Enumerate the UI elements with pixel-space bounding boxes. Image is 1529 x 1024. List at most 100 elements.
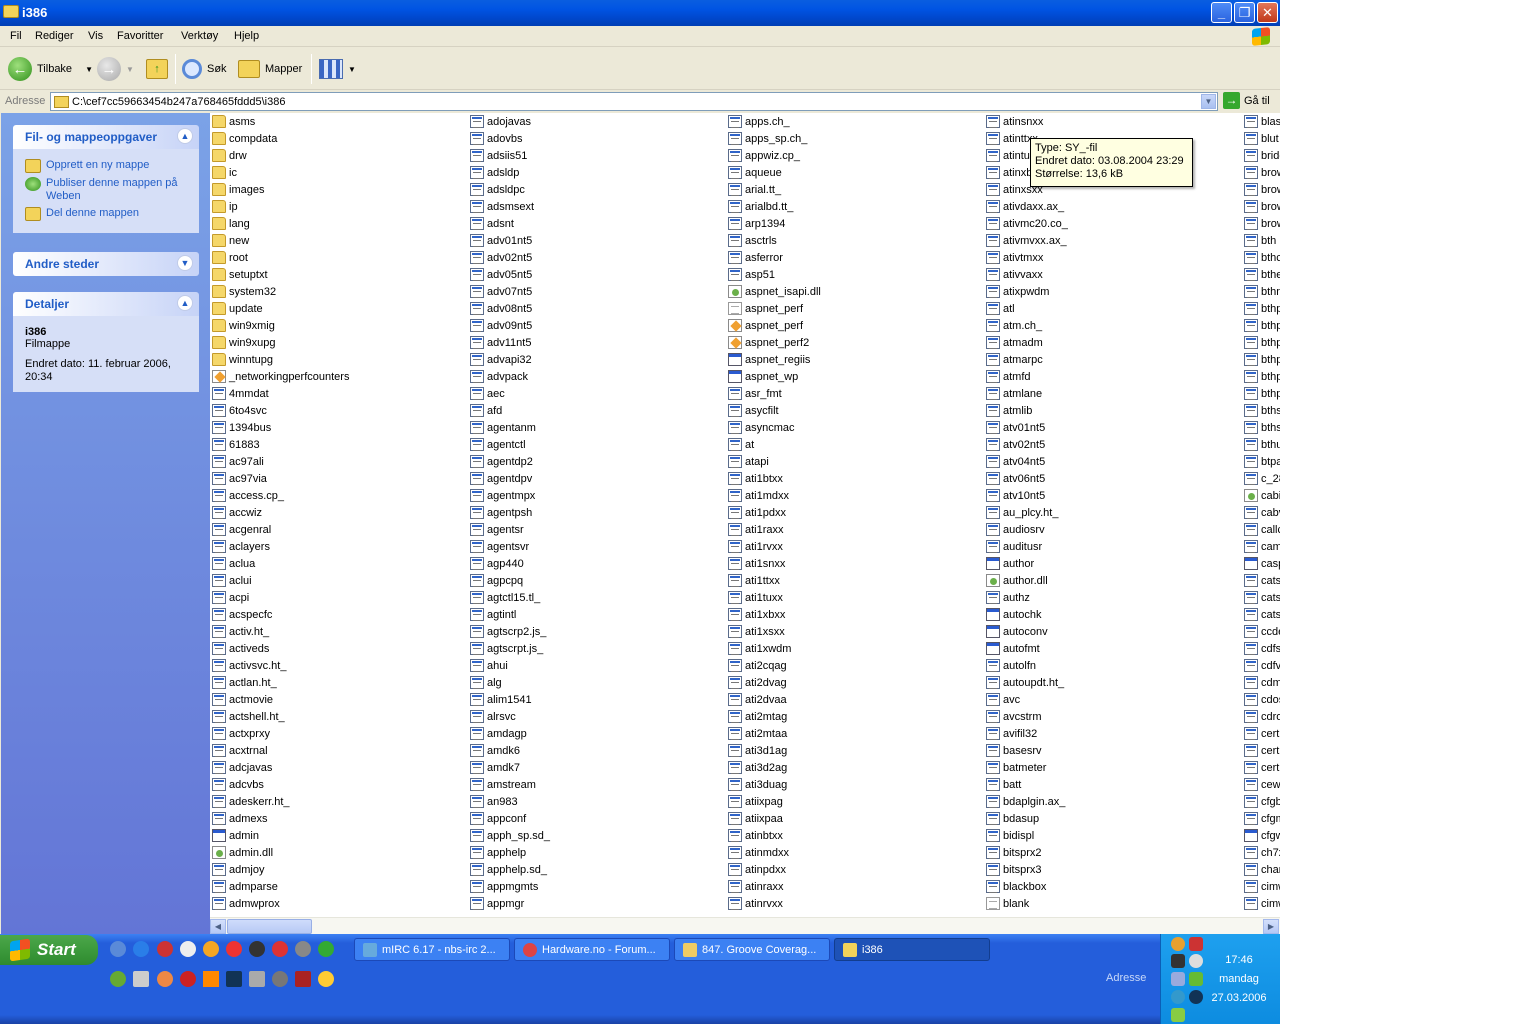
file-item[interactable]: actshell.ht_ — [212, 708, 349, 725]
file-item[interactable]: brow — [1244, 164, 1280, 181]
file-item[interactable]: agentpsh — [470, 504, 550, 521]
views-dropdown-icon[interactable]: ▼ — [348, 65, 356, 74]
file-item[interactable]: ch7x — [1244, 844, 1280, 861]
file-item[interactable]: admparse — [212, 878, 349, 895]
task-new-folder[interactable]: Opprett en ny mappe — [25, 159, 189, 173]
vlc-icon[interactable] — [203, 971, 219, 987]
file-item[interactable]: bthp — [1244, 317, 1280, 334]
file-item[interactable]: avcstrm — [986, 708, 1068, 725]
quicklaunch-icon[interactable] — [272, 971, 288, 987]
file-item[interactable]: actxprxy — [212, 725, 349, 742]
file-item[interactable]: ati1xbxx — [728, 606, 821, 623]
quicklaunch-icon[interactable] — [249, 971, 265, 987]
file-item[interactable]: appmgr — [470, 895, 550, 912]
file-item[interactable]: cdro — [1244, 708, 1280, 725]
file-item[interactable]: ati1mdxx — [728, 487, 821, 504]
file-item[interactable]: apps_sp.ch_ — [728, 130, 821, 147]
clock-time[interactable]: 17:46 — [1209, 954, 1269, 966]
file-item[interactable]: adv07nt5 — [470, 283, 550, 300]
file-item[interactable]: au_plcy.ht_ — [986, 504, 1068, 521]
collapse-chevron-icon[interactable]: ▲ — [177, 128, 193, 144]
file-item[interactable]: ac97ali — [212, 453, 349, 470]
file-item[interactable]: admexs — [212, 810, 349, 827]
file-item[interactable]: cats — [1244, 606, 1280, 623]
maximize-button[interactable]: ❐ — [1234, 2, 1255, 23]
quicklaunch-icon[interactable] — [157, 971, 173, 987]
folder-item[interactable]: ip — [212, 198, 349, 215]
file-item[interactable]: agentsvr — [470, 538, 550, 555]
file-item[interactable]: alim1541 — [470, 691, 550, 708]
file-item[interactable]: adcjavas — [212, 759, 349, 776]
folder-item[interactable]: system32 — [212, 283, 349, 300]
tray-icon[interactable] — [1189, 972, 1203, 986]
file-item[interactable]: autoconv — [986, 623, 1068, 640]
file-item[interactable]: aspnet_perf — [728, 300, 821, 317]
file-item[interactable]: aspnet_regiis — [728, 351, 821, 368]
wireless-icon[interactable] — [1189, 990, 1203, 1004]
taskbar-task-i386[interactable]: i386 — [834, 938, 990, 961]
file-item[interactable]: bths — [1244, 402, 1280, 419]
file-item[interactable]: cabv — [1244, 504, 1280, 521]
file-item[interactable]: an983 — [470, 793, 550, 810]
file-item[interactable]: appconf — [470, 810, 550, 827]
file-item[interactable]: casp — [1244, 555, 1280, 572]
file-item[interactable]: bidispl — [986, 827, 1068, 844]
quicklaunch-icon[interactable] — [318, 971, 334, 987]
file-item[interactable]: apphelp — [470, 844, 550, 861]
quicklaunch-icon[interactable] — [226, 941, 242, 957]
file-item[interactable]: agentdpv — [470, 470, 550, 487]
file-item[interactable]: atv01nt5 — [986, 419, 1068, 436]
file-item[interactable]: cewi — [1244, 776, 1280, 793]
tray-icon[interactable] — [1171, 937, 1185, 951]
file-item[interactable]: atiixpaa — [728, 810, 821, 827]
file-item[interactable]: ccde — [1244, 623, 1280, 640]
file-item[interactable]: advapi32 — [470, 351, 550, 368]
file-item[interactable]: bthp — [1244, 351, 1280, 368]
file-item[interactable]: adsnt — [470, 215, 550, 232]
file-item[interactable]: appwiz.cp_ — [728, 147, 821, 164]
file-item[interactable]: cimw — [1244, 878, 1280, 895]
tray-icon[interactable] — [1171, 990, 1185, 1004]
file-item[interactable]: ativdaxx.ax_ — [986, 198, 1068, 215]
quicklaunch-icon[interactable] — [318, 941, 334, 957]
quicklaunch-icon[interactable] — [295, 941, 311, 957]
go-button[interactable]: → Gå til — [1223, 92, 1270, 109]
folder-item[interactable]: win9xmig — [212, 317, 349, 334]
quicklaunch-icon[interactable] — [272, 941, 288, 957]
search-button[interactable]: Søk — [182, 55, 227, 83]
file-item[interactable]: adv05nt5 — [470, 266, 550, 283]
file-item[interactable]: atv06nt5 — [986, 470, 1068, 487]
file-item[interactable]: cats — [1244, 589, 1280, 606]
file-item[interactable]: arp1394 — [728, 215, 821, 232]
folder-item[interactable]: update — [212, 300, 349, 317]
file-item[interactable]: ati2dvaa — [728, 691, 821, 708]
file-item[interactable]: amdk6 — [470, 742, 550, 759]
file-item[interactable]: afd — [470, 402, 550, 419]
file-item[interactable]: ativvaxx — [986, 266, 1068, 283]
start-button[interactable]: Start — [0, 935, 98, 965]
file-item[interactable]: arialbd.tt_ — [728, 198, 821, 215]
file-item[interactable]: adv08nt5 — [470, 300, 550, 317]
file-item[interactable]: batt — [986, 776, 1068, 793]
file-item[interactable]: alrsvc — [470, 708, 550, 725]
file-item[interactable]: apps.ch_ — [728, 113, 821, 130]
file-item[interactable]: cfgb — [1244, 793, 1280, 810]
folder-item[interactable]: winntupg — [212, 351, 349, 368]
file-item[interactable]: aclayers — [212, 538, 349, 555]
file-item[interactable]: 61883 — [212, 436, 349, 453]
file-item[interactable]: adsiis51 — [470, 147, 550, 164]
file-item[interactable]: aclui — [212, 572, 349, 589]
file-item[interactable]: ati1tuxx — [728, 589, 821, 606]
tray-icon[interactable] — [1171, 954, 1185, 968]
file-item[interactable]: cdfs — [1244, 640, 1280, 657]
file-item[interactable]: adojavas — [470, 113, 550, 130]
back-dropdown-icon[interactable]: ▼ — [85, 65, 93, 74]
file-item[interactable]: admin — [212, 827, 349, 844]
file-item[interactable]: ativtmxx — [986, 249, 1068, 266]
file-item[interactable]: agentanm — [470, 419, 550, 436]
file-item[interactable]: agentctl — [470, 436, 550, 453]
file-item[interactable]: adeskerr.ht_ — [212, 793, 349, 810]
file-item[interactable]: audiosrv — [986, 521, 1068, 538]
file-item[interactable]: autochk — [986, 606, 1068, 623]
quicklaunch-icon[interactable] — [157, 941, 173, 957]
